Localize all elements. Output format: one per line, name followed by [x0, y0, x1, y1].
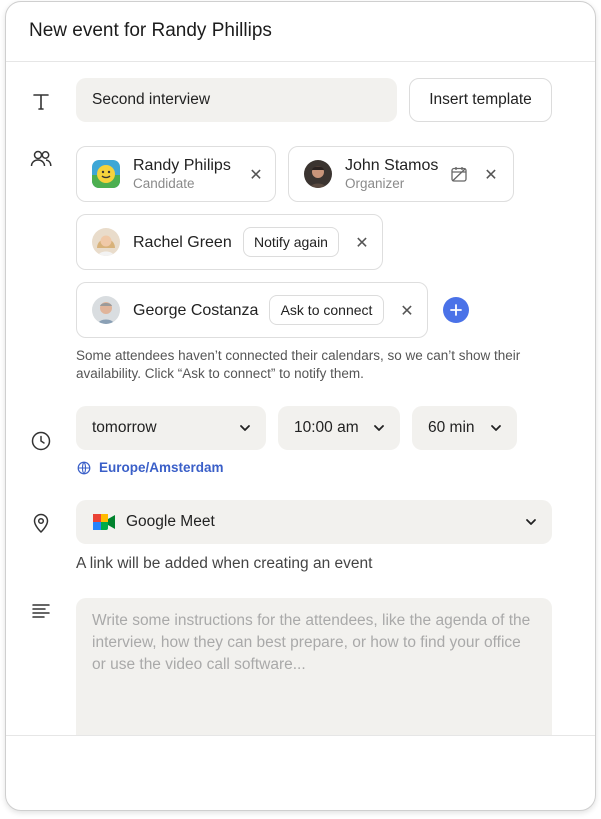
- attendee-chip-randy-philips: Randy Philips Candidate ✕: [76, 146, 276, 202]
- time-value: 10:00 am: [294, 419, 359, 436]
- chevron-down-icon: [240, 425, 250, 431]
- remove-attendee-icon[interactable]: ✕: [354, 233, 370, 253]
- text-icon: [29, 90, 53, 114]
- ask-to-connect-label: Ask to connect: [280, 302, 373, 318]
- description-placeholder: Write some instructions for the attendee…: [92, 612, 531, 673]
- calendar-off-icon[interactable]: [450, 165, 468, 183]
- clock-icon: [29, 429, 53, 453]
- date-select[interactable]: tomorrow: [76, 406, 266, 450]
- avatar: [304, 160, 332, 188]
- notify-again-button[interactable]: Notify again: [243, 227, 339, 257]
- avatar: [92, 160, 120, 188]
- remove-attendee-icon[interactable]: ✕: [248, 165, 264, 185]
- location-value: Google Meet: [126, 513, 215, 530]
- new-event-dialog: New event for Randy Phillips Second inte…: [5, 1, 596, 811]
- avatar: [92, 296, 120, 324]
- footer-divider: [6, 735, 595, 736]
- avatar: [92, 228, 120, 256]
- attendee-role: Organizer: [345, 176, 405, 191]
- description-textarea[interactable]: Write some instructions for the attendee…: [76, 598, 552, 735]
- attendee-role: Candidate: [133, 176, 195, 191]
- attendee-name: Randy Philips: [133, 157, 231, 174]
- ask-to-connect-button[interactable]: Ask to connect: [269, 295, 384, 325]
- timezone-link[interactable]: Europe/Amsterdam: [77, 460, 224, 475]
- event-title-input[interactable]: Second interview: [76, 78, 397, 122]
- chevron-down-icon: [491, 425, 501, 431]
- location-select[interactable]: Google Meet: [76, 500, 552, 544]
- remove-attendee-icon[interactable]: ✕: [399, 301, 415, 321]
- date-value: tomorrow: [92, 419, 157, 436]
- event-title-value: Second interview: [92, 91, 211, 108]
- duration-select[interactable]: 60 min: [412, 406, 517, 450]
- description-icon: [29, 599, 53, 623]
- attendee-name: Rachel Green: [133, 233, 232, 251]
- notify-again-label: Notify again: [254, 234, 328, 250]
- add-attendee-button[interactable]: [443, 297, 469, 323]
- timezone-value: Europe/Amsterdam: [99, 460, 224, 475]
- location-pin-icon: [29, 511, 53, 535]
- insert-template-label: Insert template: [429, 91, 532, 108]
- attendee-chip-john-stamos: John Stamos Organizer ✕: [288, 146, 514, 202]
- remove-attendee-icon[interactable]: ✕: [483, 165, 499, 185]
- globe-icon: [77, 461, 91, 474]
- chevron-down-icon: [374, 425, 384, 431]
- attendee-name: John Stamos: [345, 157, 439, 174]
- google-meet-icon: [93, 514, 115, 530]
- attendees-icon: [29, 147, 53, 171]
- attendee-chip-george-costanza: George Costanza Ask to connect ✕: [76, 282, 428, 338]
- duration-value: 60 min: [428, 419, 475, 436]
- time-select[interactable]: 10:00 am: [278, 406, 400, 450]
- attendee-calendar-note: Some attendees haven’t connected their c…: [76, 348, 521, 381]
- location-note: A link will be added when creating an ev…: [76, 555, 373, 572]
- dialog-title: New event for Randy Phillips: [29, 20, 272, 41]
- insert-template-button[interactable]: Insert template: [409, 78, 552, 122]
- attendee-name: George Costanza: [133, 301, 259, 319]
- dialog-header: New event for Randy Phillips: [6, 2, 595, 62]
- plus-icon: [450, 304, 462, 316]
- attendee-chip-rachel-green: Rachel Green Notify again ✕: [76, 214, 383, 270]
- chevron-down-icon: [526, 519, 536, 525]
